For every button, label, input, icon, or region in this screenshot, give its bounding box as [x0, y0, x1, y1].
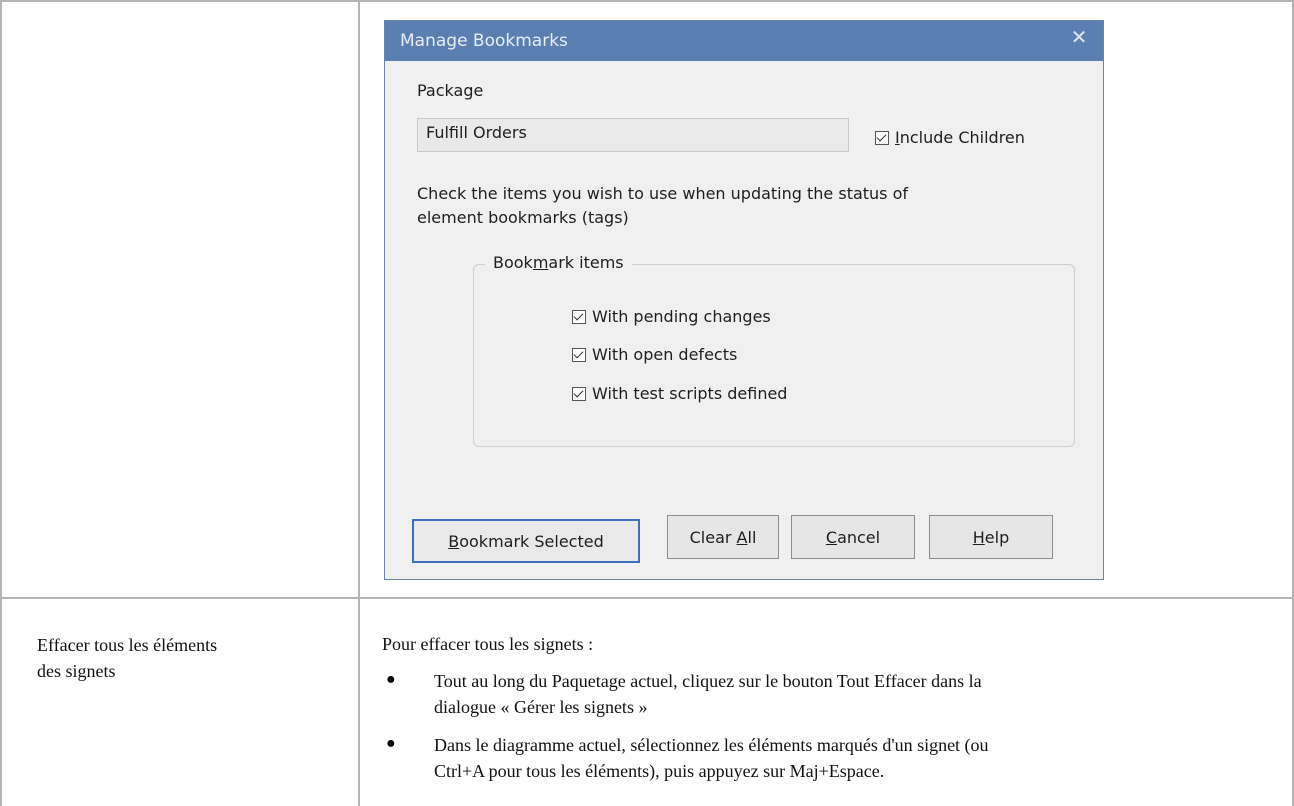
bullet-1-line-1: Tout au long du Paquetage actuel, clique… [434, 671, 982, 691]
checkbox-checked-icon [875, 130, 889, 145]
checkbox-label: With open defects [592, 345, 738, 364]
pending-changes-checkbox[interactable]: With pending changes [572, 307, 771, 326]
manage-bookmarks-dialog: Manage Bookmarks ✕ Package Fulfill Order… [384, 20, 1104, 580]
instructions-line-2: element bookmarks (tags) [417, 208, 629, 227]
close-icon[interactable]: ✕ [1067, 25, 1091, 49]
package-field: Fulfill Orders [417, 118, 849, 152]
package-label: Package [417, 81, 484, 100]
test-scripts-checkbox[interactable]: With test scripts defined [572, 384, 787, 403]
checkbox-label: With test scripts defined [592, 384, 788, 403]
checkbox-label: With pending changes [592, 307, 771, 326]
row-label-line-2: des signets [37, 661, 116, 681]
table-row-divider [0, 597, 1294, 599]
table-left-border [0, 0, 2, 806]
open-defects-checkbox[interactable]: With open defects [572, 345, 737, 364]
row-intro: Pour effacer tous les signets : [382, 634, 594, 654]
bullet-icon: ● [386, 735, 396, 752]
include-children-label: Include Children [895, 128, 1025, 147]
help-button[interactable]: Help [929, 515, 1053, 559]
cancel-button[interactable]: Cancel [791, 515, 915, 559]
table-top-border [0, 0, 1294, 2]
dialog-title: Manage Bookmarks [400, 31, 568, 51]
bookmark-selected-button[interactable]: Bookmark Selected [412, 519, 640, 563]
bookmark-items-legend: Bookmark items [485, 253, 632, 272]
checkbox-checked-icon [572, 386, 586, 401]
bullet-2-line-1: Dans le diagramme actuel, sélectionnez l… [434, 735, 989, 755]
bullet-1-line-2: dialogue « Gérer les signets » [434, 697, 648, 717]
checkbox-checked-icon [572, 309, 586, 324]
instructions-line-1: Check the items you wish to use when upd… [417, 184, 909, 203]
bookmark-items-group [473, 264, 1075, 447]
bullet-2-line-2: Ctrl+A pour tous les éléments), puis app… [434, 761, 885, 781]
row-label-line-1: Effacer tous les éléments [37, 635, 218, 655]
checkbox-checked-icon [572, 347, 586, 362]
bullet-icon: ● [386, 671, 396, 688]
table-column-divider [358, 0, 360, 806]
dialog-titlebar: Manage Bookmarks ✕ [385, 21, 1103, 61]
include-children-checkbox[interactable]: Include Children [875, 128, 1025, 147]
clear-all-button[interactable]: Clear All [667, 515, 779, 559]
